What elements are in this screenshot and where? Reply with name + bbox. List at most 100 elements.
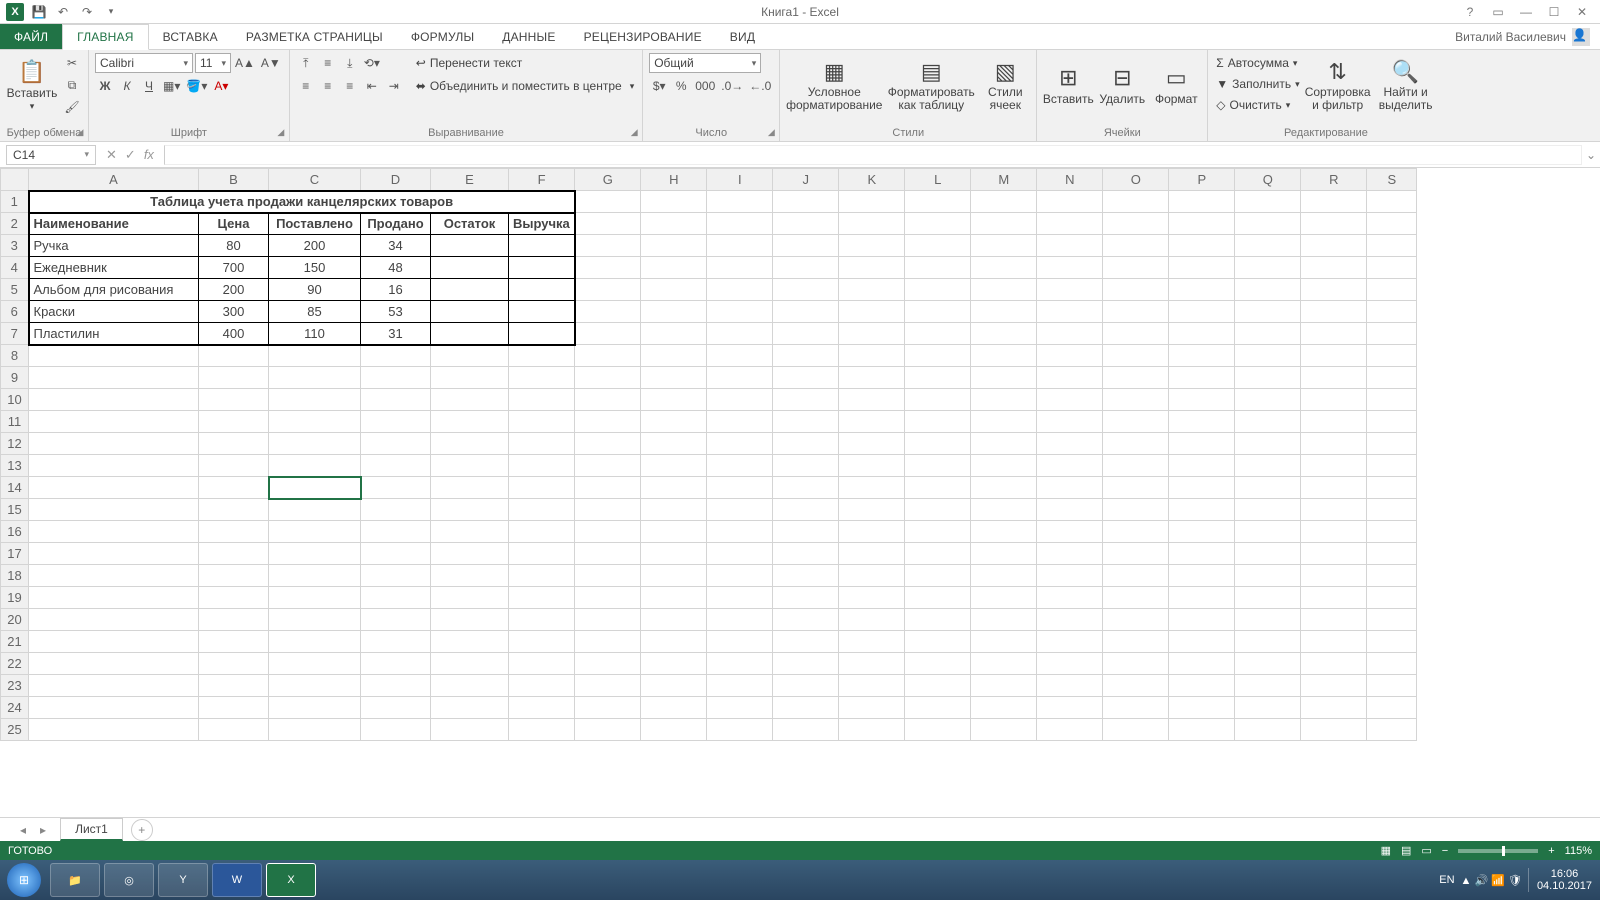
underline-button[interactable]: Ч — [139, 76, 159, 96]
cell-N7[interactable] — [1037, 323, 1103, 345]
tray-icons[interactable]: ▲ 🔊 📶 🛡 — [1461, 874, 1522, 887]
cell-R2[interactable] — [1301, 213, 1367, 235]
sheet-tab-active[interactable]: Лист1 — [60, 818, 123, 841]
cell-C20[interactable] — [269, 609, 361, 631]
cell-M1[interactable] — [971, 191, 1037, 213]
cell-M10[interactable] — [971, 389, 1037, 411]
cell-D23[interactable] — [361, 675, 431, 697]
cell-C7[interactable]: 110 — [269, 323, 361, 345]
cell-G11[interactable] — [575, 411, 641, 433]
cell-C6[interactable]: 85 — [269, 301, 361, 323]
cell-A21[interactable] — [29, 631, 199, 653]
cell-L14[interactable] — [905, 477, 971, 499]
grow-font-button[interactable]: A▲ — [233, 53, 257, 73]
cell-P13[interactable] — [1169, 455, 1235, 477]
maximize-button[interactable]: ☐ — [1544, 5, 1564, 19]
cell-H22[interactable] — [641, 653, 707, 675]
cell-R13[interactable] — [1301, 455, 1367, 477]
worksheet-grid[interactable]: ABCDEFGHIJKLMNOPQRS1Таблица учета продаж… — [0, 168, 1417, 741]
cell-Q3[interactable] — [1235, 235, 1301, 257]
taskbar-app-1[interactable]: ◎ — [104, 863, 154, 897]
cell-J25[interactable] — [773, 719, 839, 741]
col-header-I[interactable]: I — [707, 169, 773, 191]
cell-C2[interactable]: Поставлено — [269, 213, 361, 235]
cell-D22[interactable] — [361, 653, 431, 675]
cell-A7[interactable]: Пластилин — [29, 323, 199, 345]
cell-E13[interactable] — [431, 455, 509, 477]
expand-formula-bar[interactable]: ⌄ — [1582, 148, 1600, 162]
clear-button[interactable]: ◇Очистить▾ — [1214, 95, 1301, 115]
cell-P9[interactable] — [1169, 367, 1235, 389]
cell-C17[interactable] — [269, 543, 361, 565]
cell-F22[interactable] — [509, 653, 575, 675]
font-name-combo[interactable]: Calibri▾ — [95, 53, 193, 73]
cell-S16[interactable] — [1367, 521, 1417, 543]
cell-B7[interactable]: 400 — [199, 323, 269, 345]
cell-L12[interactable] — [905, 433, 971, 455]
cell-S11[interactable] — [1367, 411, 1417, 433]
formula-input[interactable] — [164, 145, 1582, 165]
cell-A20[interactable] — [29, 609, 199, 631]
insert-cells-button[interactable]: ⊞Вставить — [1043, 53, 1093, 119]
cell-P17[interactable] — [1169, 543, 1235, 565]
cell-G12[interactable] — [575, 433, 641, 455]
cell-N13[interactable] — [1037, 455, 1103, 477]
cell-D17[interactable] — [361, 543, 431, 565]
col-header-L[interactable]: L — [905, 169, 971, 191]
merge-center-button[interactable]: ⬌Объединить и поместить в центре▾ — [414, 76, 636, 96]
cell-L3[interactable] — [905, 235, 971, 257]
cell-P7[interactable] — [1169, 323, 1235, 345]
cell-A24[interactable] — [29, 697, 199, 719]
cell-J23[interactable] — [773, 675, 839, 697]
cell-Q17[interactable] — [1235, 543, 1301, 565]
cell-C18[interactable] — [269, 565, 361, 587]
cell-N15[interactable] — [1037, 499, 1103, 521]
cell-E23[interactable] — [431, 675, 509, 697]
cell-M14[interactable] — [971, 477, 1037, 499]
cell-N8[interactable] — [1037, 345, 1103, 367]
cell-Q11[interactable] — [1235, 411, 1301, 433]
cell-K11[interactable] — [839, 411, 905, 433]
tab-review[interactable]: РЕЦЕНЗИРОВАНИЕ — [570, 24, 716, 49]
cell-Q6[interactable] — [1235, 301, 1301, 323]
cell-O13[interactable] — [1103, 455, 1169, 477]
cell-L23[interactable] — [905, 675, 971, 697]
cell-Q4[interactable] — [1235, 257, 1301, 279]
cell-O23[interactable] — [1103, 675, 1169, 697]
cell-M8[interactable] — [971, 345, 1037, 367]
cell-M22[interactable] — [971, 653, 1037, 675]
cell-E18[interactable] — [431, 565, 509, 587]
sort-filter-button[interactable]: ⇅Сортировка и фильтр — [1306, 53, 1370, 119]
cell-D15[interactable] — [361, 499, 431, 521]
cell-K16[interactable] — [839, 521, 905, 543]
cell-L4[interactable] — [905, 257, 971, 279]
cell-O9[interactable] — [1103, 367, 1169, 389]
col-header-M[interactable]: M — [971, 169, 1037, 191]
alignment-dialog-launcher[interactable]: ◢ — [628, 127, 640, 139]
cell-S3[interactable] — [1367, 235, 1417, 257]
cell-C12[interactable] — [269, 433, 361, 455]
cell-E22[interactable] — [431, 653, 509, 675]
cell-H9[interactable] — [641, 367, 707, 389]
enter-formula-button[interactable]: ✓ — [125, 147, 136, 163]
bold-button[interactable]: Ж — [95, 76, 115, 96]
cell-R16[interactable] — [1301, 521, 1367, 543]
conditional-formatting-button[interactable]: ▦Условное форматирование — [786, 53, 882, 119]
cell-D7[interactable]: 31 — [361, 323, 431, 345]
cell-S15[interactable] — [1367, 499, 1417, 521]
cell-L5[interactable] — [905, 279, 971, 301]
cell-R24[interactable] — [1301, 697, 1367, 719]
cell-L19[interactable] — [905, 587, 971, 609]
cell-G6[interactable] — [575, 301, 641, 323]
row-header-16[interactable]: 16 — [1, 521, 29, 543]
cell-J1[interactable] — [773, 191, 839, 213]
cell-R17[interactable] — [1301, 543, 1367, 565]
cell-B19[interactable] — [199, 587, 269, 609]
cell-F11[interactable] — [509, 411, 575, 433]
cell-J2[interactable] — [773, 213, 839, 235]
cell-N2[interactable] — [1037, 213, 1103, 235]
col-header-Q[interactable]: Q — [1235, 169, 1301, 191]
cell-F16[interactable] — [509, 521, 575, 543]
cell-E20[interactable] — [431, 609, 509, 631]
col-header-K[interactable]: K — [839, 169, 905, 191]
